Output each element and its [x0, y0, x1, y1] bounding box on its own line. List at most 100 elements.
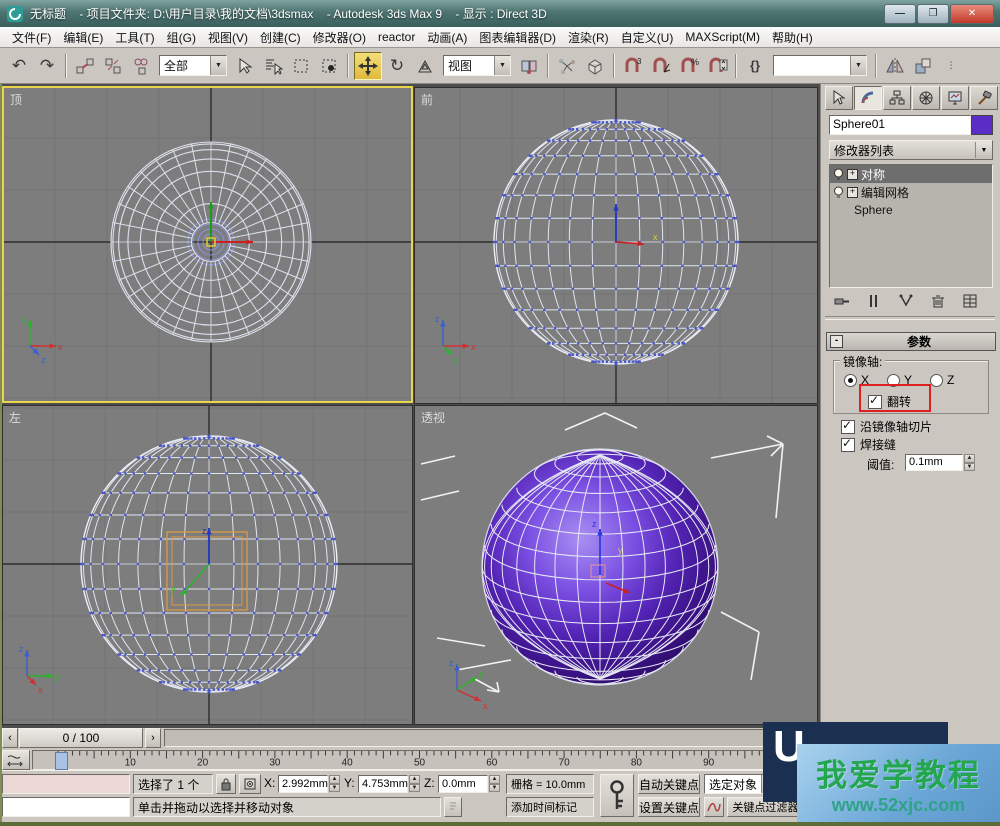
tab-motion[interactable]: [912, 86, 940, 110]
configure-modifier-sets-icon[interactable]: [957, 292, 983, 310]
key-filter-curve-icon[interactable]: [704, 797, 724, 817]
y-coordinate-field[interactable]: 4.753mm: [358, 775, 408, 793]
weld-checkbox-row[interactable]: 焊接缝: [841, 436, 896, 453]
reference-coordinate-dropdown[interactable]: 视图 ▼: [443, 55, 511, 76]
chevron-down-icon[interactable]: ▼: [210, 56, 226, 75]
viewport-perspective[interactable]: zyzyx 透视: [414, 405, 818, 725]
menu-创建(C)[interactable]: 创建(C): [254, 29, 307, 46]
snap-toggle-3d-icon[interactable]: 3: [620, 53, 646, 79]
tab-create[interactable]: [825, 86, 853, 110]
menu-帮助(H)[interactable]: 帮助(H): [766, 29, 819, 46]
menu-MAXScript(M)[interactable]: MAXScript(M): [679, 30, 766, 44]
menu-图表编辑器(D)[interactable]: 图表编辑器(D): [473, 29, 562, 46]
menu-文件(F)[interactable]: 文件(F): [6, 29, 57, 46]
menu-修改器(O)[interactable]: 修改器(O): [307, 29, 372, 46]
viewport-perspective-label[interactable]: 透视: [421, 409, 445, 426]
tab-hierarchy[interactable]: [883, 86, 911, 110]
current-frame-marker[interactable]: [55, 752, 68, 770]
select-object-icon[interactable]: [232, 53, 258, 79]
window-crossing-icon[interactable]: [316, 53, 342, 79]
next-frame-button[interactable]: ›: [145, 728, 161, 748]
tab-utilities[interactable]: [970, 86, 998, 110]
scale-icon[interactable]: [412, 53, 438, 79]
redo-icon[interactable]: ↷: [34, 53, 60, 79]
angle-snap-icon[interactable]: [648, 53, 674, 79]
x-spinner[interactable]: ▲▼: [329, 775, 340, 792]
time-slider-track[interactable]: [164, 729, 818, 747]
selection-region-icon[interactable]: [288, 53, 314, 79]
viewport-left[interactable]: yzzyx 左: [2, 405, 413, 725]
menu-渲染(R)[interactable]: 渲染(R): [562, 29, 615, 46]
keyboard-override-icon[interactable]: [582, 53, 608, 79]
tab-display[interactable]: [941, 86, 969, 110]
spinner-snap-icon[interactable]: [704, 53, 730, 79]
menu-编辑(E)[interactable]: 编辑(E): [57, 29, 109, 46]
tab-modify[interactable]: [854, 86, 882, 110]
track-bar-ruler[interactable]: 0102030405060708090100: [32, 750, 820, 770]
named-selection-sets-icon[interactable]: {}: [742, 53, 768, 79]
threshold-spinner[interactable]: ▲▼: [964, 454, 975, 471]
maxscript-listener-white[interactable]: [2, 797, 130, 817]
minimize-button[interactable]: —: [884, 4, 916, 24]
x-coordinate-field[interactable]: 2.992mm: [278, 775, 328, 793]
select-link-icon[interactable]: [72, 53, 98, 79]
menu-动画(A)[interactable]: 动画(A): [421, 29, 473, 46]
select-by-name-icon[interactable]: [260, 53, 286, 79]
unlink-icon[interactable]: [100, 53, 126, 79]
visibility-bulb-icon[interactable]: [833, 186, 844, 199]
named-selection-dropdown[interactable]: ▼: [773, 55, 867, 76]
maxscript-listener-pink[interactable]: [2, 774, 130, 794]
viewport-left-label[interactable]: 左: [9, 409, 21, 426]
selection-lock-icon[interactable]: [216, 774, 236, 794]
undo-icon[interactable]: ↶: [6, 53, 32, 79]
move-icon[interactable]: [354, 52, 382, 80]
mirror-axis-option-Z[interactable]: Z: [930, 373, 954, 387]
menu-组(G)[interactable]: 组(G): [161, 29, 202, 46]
selection-filter-dropdown[interactable]: 全部 ▼: [159, 55, 227, 76]
stack-item-编辑网格[interactable]: +编辑网格: [830, 183, 992, 201]
stack-item-Sphere[interactable]: Sphere: [830, 201, 992, 219]
viewport-front-label[interactable]: 前: [421, 91, 433, 108]
collapse-icon[interactable]: -: [830, 335, 843, 348]
viewport-front[interactable]: xzxy 前: [414, 87, 818, 404]
menu-reactor[interactable]: reactor: [372, 30, 421, 44]
set-key-button[interactable]: 设置关键点: [638, 797, 700, 817]
slice-checkbox-row[interactable]: 沿镜像轴切片: [841, 418, 932, 435]
expand-icon[interactable]: +: [847, 169, 858, 180]
menu-自定义(U)[interactable]: 自定义(U): [615, 29, 680, 46]
z-spinner[interactable]: ▲▼: [489, 775, 500, 792]
maximize-button[interactable]: ❐: [917, 4, 949, 24]
slice-along-mirror-checkbox[interactable]: [841, 420, 855, 434]
set-keys-button[interactable]: [600, 774, 634, 817]
make-unique-icon[interactable]: [893, 292, 919, 310]
menu-工具(T)[interactable]: 工具(T): [109, 29, 160, 46]
expand-icon[interactable]: +: [847, 187, 858, 198]
chevron-down-icon[interactable]: ▼: [975, 142, 992, 158]
weld-seam-checkbox[interactable]: [841, 438, 855, 452]
use-center-icon[interactable]: [516, 53, 542, 79]
z-coordinate-field[interactable]: 0.0mm: [438, 775, 488, 793]
stack-item-对称[interactable]: +对称: [830, 165, 992, 183]
visibility-bulb-icon[interactable]: [833, 168, 844, 181]
object-color-swatch[interactable]: [971, 115, 993, 135]
absolute-mode-icon[interactable]: [239, 774, 261, 794]
align-icon[interactable]: [910, 53, 936, 79]
time-slider[interactable]: 0 / 100: [19, 728, 143, 748]
menu-视图(V)[interactable]: 视图(V): [202, 29, 254, 46]
percent-snap-icon[interactable]: %: [676, 53, 702, 79]
mini-curve-editor-button[interactable]: [2, 750, 30, 770]
chevron-down-icon[interactable]: ▼: [494, 56, 510, 75]
radio-Z[interactable]: [930, 374, 943, 387]
auto-key-button[interactable]: 自动关键点: [638, 774, 700, 794]
pin-stack-icon[interactable]: [829, 292, 855, 310]
select-manipulate-icon[interactable]: [554, 53, 580, 79]
threshold-field[interactable]: 0.1mm: [905, 454, 963, 471]
close-button[interactable]: ✕: [950, 4, 994, 24]
object-name-field[interactable]: Sphere01: [829, 115, 971, 135]
rotate-icon[interactable]: ↻: [384, 53, 410, 79]
modifier-list-dropdown[interactable]: 修改器列表 ▼: [829, 140, 993, 160]
communicator-icon[interactable]: [444, 797, 462, 817]
remove-modifier-icon[interactable]: [925, 292, 951, 310]
bind-spacewarp-icon[interactable]: [128, 53, 154, 79]
chevron-down-icon[interactable]: ▼: [850, 56, 866, 75]
